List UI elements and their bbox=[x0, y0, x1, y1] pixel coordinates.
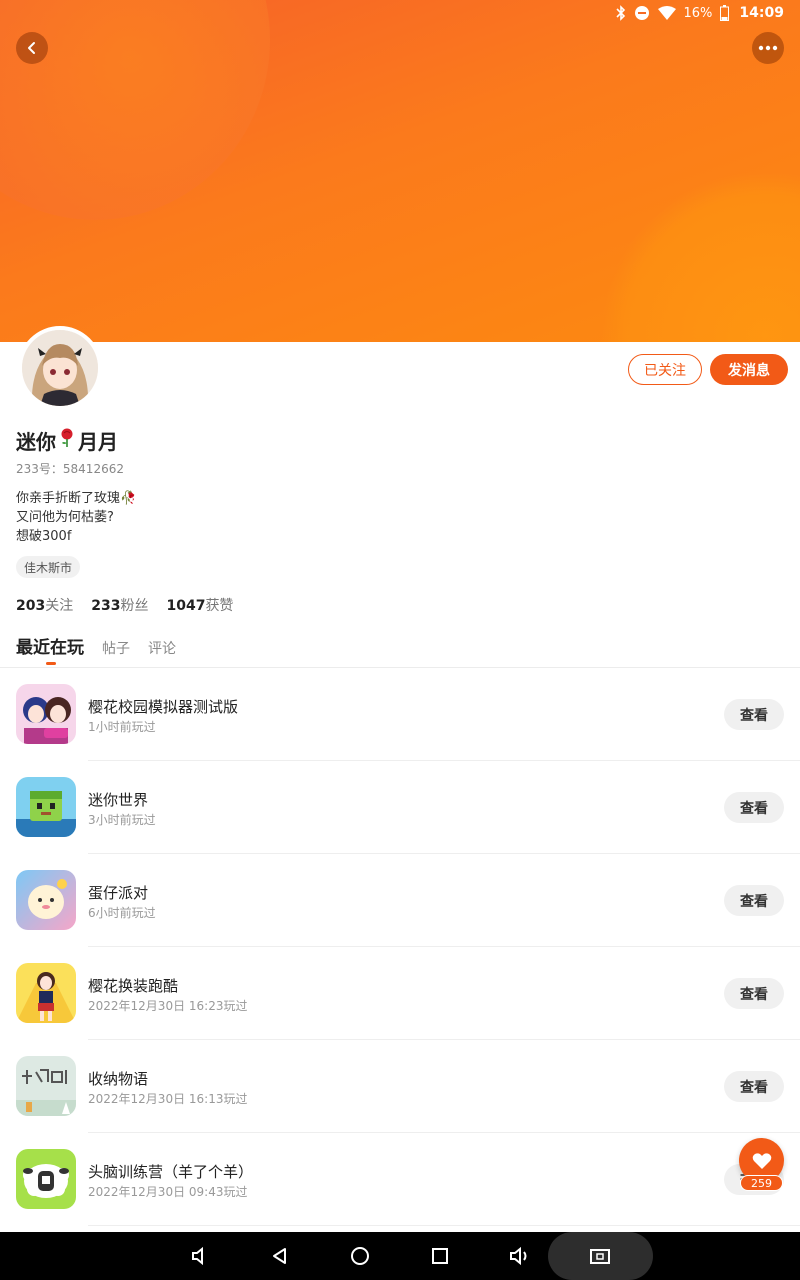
profile-tabs: 最近在玩 帖子 评论 bbox=[16, 633, 176, 658]
nav-recents-button[interactable] bbox=[428, 1244, 452, 1268]
recents-square-icon bbox=[432, 1248, 448, 1264]
more-dots-icon bbox=[758, 45, 778, 51]
tab-indicator bbox=[46, 662, 56, 665]
like-count-badge: 259 bbox=[740, 1175, 783, 1191]
username-part1: 迷你 bbox=[16, 430, 56, 454]
likes-count: 1047 bbox=[166, 598, 206, 614]
game-name: 头脑训练营（羊了个羊） bbox=[88, 1163, 254, 1181]
tab-posts[interactable]: 帖子 bbox=[102, 638, 130, 658]
view-button[interactable]: 查看 bbox=[724, 885, 784, 916]
location-tag[interactable]: 佳木斯市 bbox=[16, 556, 81, 578]
list-item[interactable]: 头脑训练营（羊了个羊） 2022年12月30日 09:43玩过 查看 bbox=[0, 1133, 800, 1226]
user-id: 233号：58412662 bbox=[16, 462, 124, 476]
following-stat[interactable]: 203关注 bbox=[16, 595, 73, 615]
bio-line: 你亲手折断了玫瑰🥀 bbox=[16, 491, 137, 506]
view-button[interactable]: 查看 bbox=[724, 978, 784, 1009]
speaker-icon bbox=[192, 1246, 203, 1266]
screenshot-button[interactable] bbox=[588, 1244, 612, 1268]
rose-icon bbox=[58, 428, 76, 453]
game-played-time: 2022年12月30日 16:13玩过 bbox=[88, 1092, 248, 1106]
list-item[interactable]: 蛋仔派对 6小时前玩过 查看 bbox=[0, 854, 800, 947]
stats-bar: 203关注 233粉丝 1047获赞 bbox=[16, 595, 233, 615]
list-item[interactable]: 迷你世界 3小时前玩过 查看 bbox=[0, 761, 800, 854]
volume-down-button[interactable] bbox=[188, 1244, 212, 1268]
game-icon bbox=[16, 1056, 76, 1116]
game-played-time: 3小时前玩过 bbox=[88, 813, 156, 827]
view-button[interactable]: 查看 bbox=[724, 1071, 784, 1102]
speaker-loud-icon bbox=[510, 1246, 527, 1266]
recent-games-list: 樱花校园模拟器测试版 1小时前玩过 查看 迷你世界 3小时前玩过 查看 蛋仔派对… bbox=[0, 668, 800, 1226]
wifi-icon bbox=[657, 6, 676, 20]
more-button[interactable] bbox=[752, 32, 784, 64]
game-icon bbox=[16, 870, 76, 930]
game-played-time: 2022年12月30日 09:43玩过 bbox=[88, 1185, 248, 1199]
screenshot-icon bbox=[590, 1249, 610, 1264]
fans-label: 粉丝 bbox=[120, 598, 149, 614]
clock: 14:09 bbox=[739, 5, 784, 21]
chevron-left-icon bbox=[28, 42, 35, 54]
home-circle-icon bbox=[351, 1247, 369, 1265]
battery-icon bbox=[720, 5, 730, 21]
back-button[interactable] bbox=[16, 32, 48, 64]
battery-percent: 16% bbox=[683, 5, 713, 21]
fans-stat[interactable]: 233粉丝 bbox=[91, 595, 148, 615]
dnd-icon bbox=[634, 5, 650, 21]
followed-button[interactable]: 已关注 bbox=[628, 354, 702, 385]
likes-stat: 1047获赞 bbox=[166, 595, 233, 615]
heart-icon bbox=[752, 1152, 771, 1169]
profile-banner bbox=[0, 0, 800, 342]
game-name: 蛋仔派对 bbox=[88, 884, 149, 902]
game-played-time: 6小时前玩过 bbox=[88, 906, 156, 920]
view-button[interactable]: 查看 bbox=[724, 699, 784, 730]
bluetooth-icon bbox=[615, 5, 626, 21]
game-name: 迷你世界 bbox=[88, 791, 149, 809]
game-icon bbox=[16, 777, 76, 837]
avatar[interactable] bbox=[18, 326, 102, 410]
fans-count: 233 bbox=[91, 598, 121, 614]
send-message-button[interactable]: 发消息 bbox=[710, 354, 788, 385]
list-item[interactable]: 樱花校园模拟器测试版 1小时前玩过 查看 bbox=[0, 668, 800, 761]
bio-line: 又问他为何枯萎? bbox=[16, 510, 114, 525]
volume-up-button[interactable] bbox=[508, 1244, 532, 1268]
game-name: 收纳物语 bbox=[88, 1070, 149, 1088]
game-name: 樱花校园模拟器测试版 bbox=[88, 698, 239, 716]
game-played-time: 1小时前玩过 bbox=[88, 720, 156, 734]
nav-back-button[interactable] bbox=[268, 1244, 292, 1268]
bio-line: 想破300f bbox=[16, 529, 72, 544]
following-label: 关注 bbox=[45, 598, 74, 614]
game-name: 樱花换装跑酷 bbox=[88, 977, 179, 995]
back-triangle-icon bbox=[273, 1248, 286, 1264]
system-nav-bar bbox=[0, 1232, 800, 1280]
view-button[interactable]: 查看 bbox=[724, 792, 784, 823]
following-count: 203 bbox=[16, 598, 46, 614]
game-played-time: 2022年12月30日 16:23玩过 bbox=[88, 999, 248, 1013]
tab-comments[interactable]: 评论 bbox=[148, 638, 176, 658]
game-icon bbox=[16, 1149, 76, 1209]
likes-label: 获赞 bbox=[205, 598, 234, 614]
game-icon bbox=[16, 684, 76, 744]
nav-home-button[interactable] bbox=[348, 1244, 372, 1268]
username-part2: 月月 bbox=[78, 430, 118, 454]
game-icon bbox=[16, 963, 76, 1023]
list-item[interactable]: 樱花换装跑酷 2022年12月30日 16:23玩过 查看 bbox=[0, 947, 800, 1040]
list-item[interactable]: 收纳物语 2022年12月30日 16:13玩过 查看 bbox=[0, 1040, 800, 1133]
status-bar: 16% 14:09 bbox=[615, 2, 784, 24]
bio: 你亲手折断了玫瑰🥀 又问他为何枯萎? 想破300f bbox=[16, 489, 136, 546]
tab-recently-played[interactable]: 最近在玩 bbox=[16, 633, 84, 658]
username: 迷你 月月 bbox=[16, 426, 118, 455]
